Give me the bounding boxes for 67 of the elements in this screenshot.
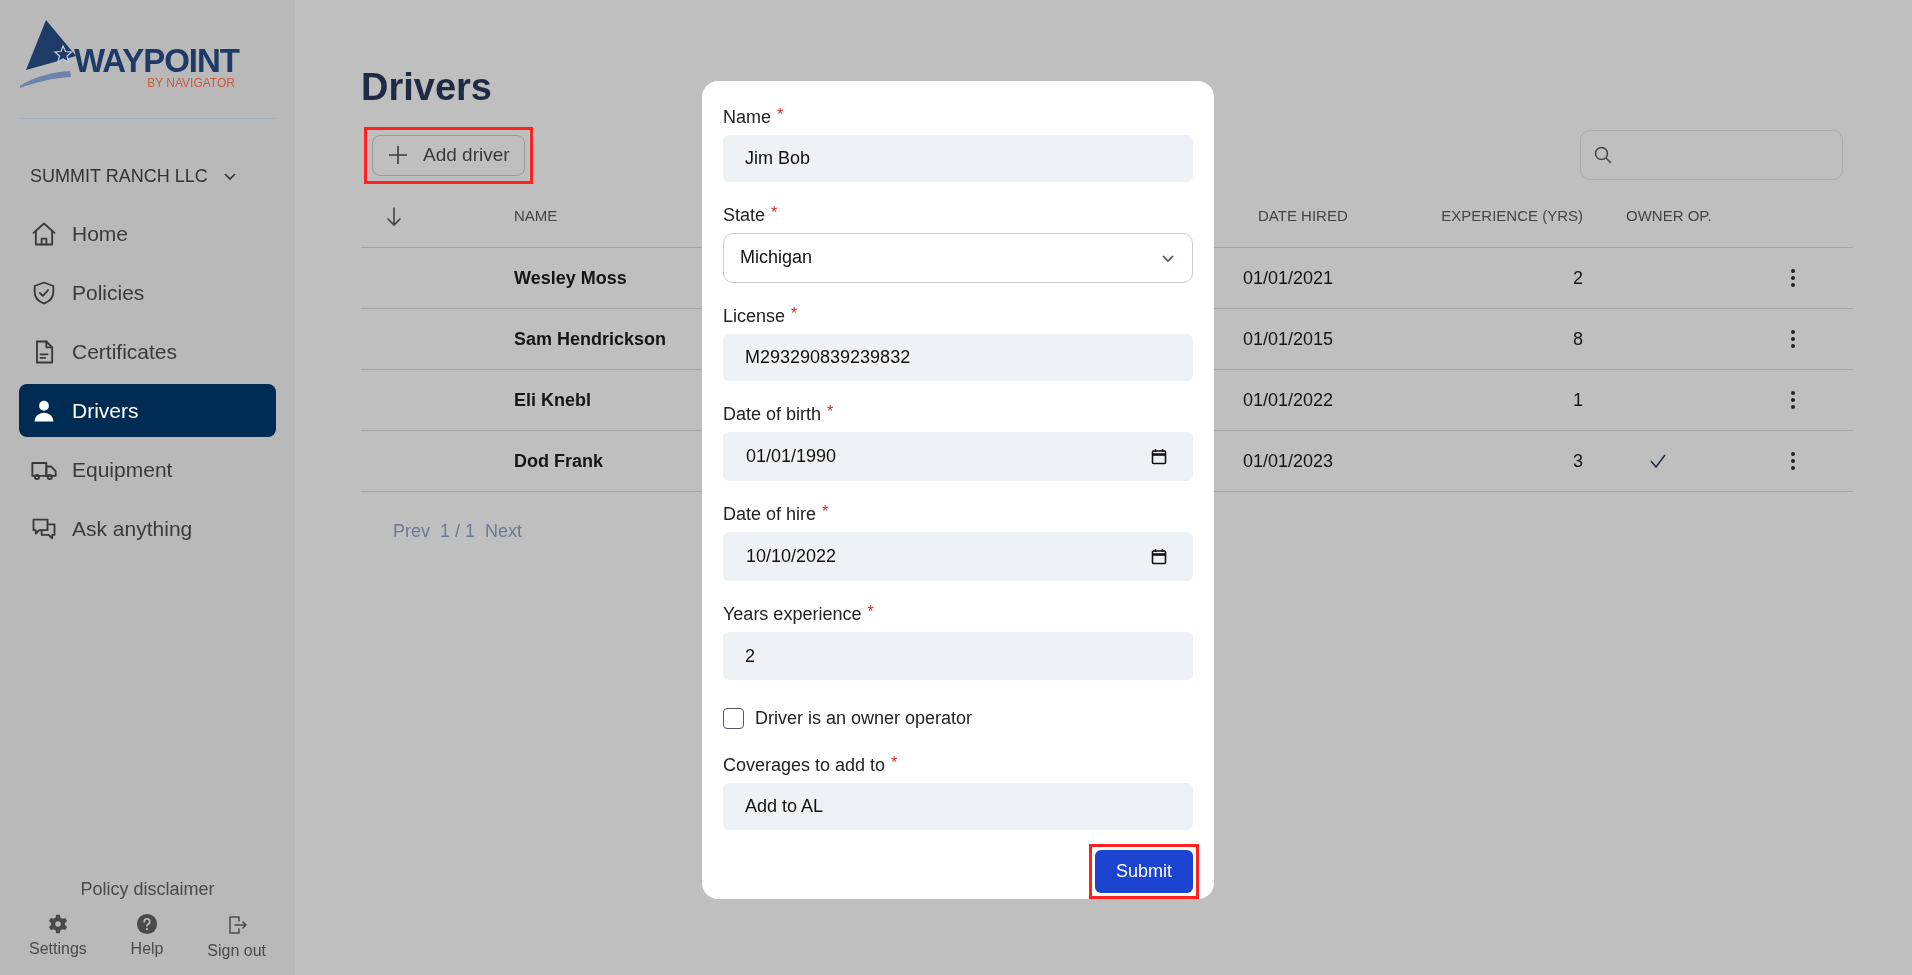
calendar-icon bbox=[1151, 548, 1167, 566]
more-options-icon[interactable] bbox=[1788, 268, 1798, 288]
field-label: State bbox=[723, 204, 766, 227]
nav-item[interactable]: Policies bbox=[19, 266, 276, 319]
nav-item[interactable]: Drivers bbox=[19, 384, 276, 437]
required-asterisk: * bbox=[867, 603, 874, 622]
logo-tagline: BY NAVIGATOR bbox=[147, 76, 236, 90]
column-header: OWNER OP. bbox=[1625, 206, 1713, 227]
input-field[interactable]: Jim Bob bbox=[723, 135, 1193, 183]
state-select[interactable]: Michigan bbox=[723, 233, 1193, 283]
table-cell-text: 8 bbox=[1573, 327, 1584, 351]
table-cell-text: 2 bbox=[1573, 266, 1584, 290]
checkbox-label: Driver is an owner operator bbox=[755, 707, 973, 731]
nav-item[interactable]: Home bbox=[19, 207, 276, 260]
more-options-icon[interactable] bbox=[1788, 451, 1798, 471]
footer-action[interactable]: Help bbox=[130, 913, 164, 963]
required-asterisk: * bbox=[822, 503, 829, 522]
column-header: DATE HIRED bbox=[1257, 206, 1349, 227]
nav-item[interactable]: Certificates bbox=[19, 325, 276, 378]
more-options-icon[interactable] bbox=[1788, 390, 1798, 410]
logo-wordmark: WAYPOINT bbox=[74, 46, 239, 76]
date-field[interactable]: 10/10/2022 bbox=[723, 532, 1193, 582]
page-indicator: 1 / 1 bbox=[440, 520, 476, 543]
required-asterisk: * bbox=[827, 402, 834, 421]
input-field[interactable]: M293290839239832 bbox=[723, 333, 1193, 381]
help-icon bbox=[136, 913, 159, 935]
more-options-icon[interactable] bbox=[1788, 329, 1798, 349]
checkbox[interactable] bbox=[723, 708, 744, 730]
field-label: Date of birth bbox=[723, 402, 822, 425]
submit-button[interactable]: Submit bbox=[1094, 850, 1193, 893]
footer-action[interactable]: Sign out bbox=[207, 913, 266, 963]
disclaimer-link[interactable]: Policy disclaimer bbox=[80, 876, 215, 903]
plus-icon bbox=[387, 144, 409, 166]
table-cell-text: Dod Frank bbox=[513, 449, 604, 473]
input-field[interactable]: 2 bbox=[723, 632, 1193, 680]
required-asterisk: * bbox=[791, 304, 798, 323]
field-label: Name bbox=[723, 106, 771, 128]
nav-item[interactable]: Ask anything bbox=[19, 502, 276, 555]
nav-item[interactable]: Equipment bbox=[19, 443, 276, 496]
field-label: Date of hire bbox=[723, 503, 817, 526]
add-driver-button[interactable]: Add driver bbox=[372, 134, 525, 176]
required-asterisk: * bbox=[777, 106, 784, 124]
table-cell-text: 1 bbox=[1573, 388, 1584, 412]
search-field[interactable] bbox=[1580, 130, 1843, 180]
column-header: NAME bbox=[513, 206, 559, 227]
column-header: EXPERIENCE (YRS) bbox=[1441, 206, 1584, 227]
field-label: Coverages to add to bbox=[723, 753, 886, 776]
page-title: Drivers bbox=[361, 65, 493, 110]
calendar-icon bbox=[1151, 448, 1167, 465]
gear-icon bbox=[46, 913, 69, 935]
footer-action[interactable]: Settings bbox=[29, 913, 87, 963]
required-asterisk: * bbox=[771, 204, 778, 223]
search-icon bbox=[1593, 145, 1613, 165]
table-cell-text: 01/01/2023 bbox=[1242, 449, 1335, 473]
table-cell-text: Sam Hendrickson bbox=[513, 327, 668, 351]
field-label: Years experience bbox=[723, 603, 862, 626]
table-cell-text: 3 bbox=[1573, 449, 1584, 473]
input-field[interactable]: Add to AL bbox=[723, 782, 1193, 830]
table-cell-text: Wesley Moss bbox=[513, 266, 628, 290]
table-cell-text: Eli Knebl bbox=[513, 388, 592, 412]
table-cell-text: 01/01/2021 bbox=[1242, 266, 1335, 290]
required-asterisk: * bbox=[891, 753, 898, 772]
date-field[interactable]: 01/01/1990 bbox=[723, 431, 1193, 482]
field-label: License bbox=[723, 304, 786, 327]
company-selector[interactable]: SUMMIT RANCH LLC bbox=[19, 163, 276, 189]
table-cell-text: 01/01/2022 bbox=[1242, 388, 1335, 412]
table-cell-text: 01/01/2015 bbox=[1242, 327, 1335, 351]
